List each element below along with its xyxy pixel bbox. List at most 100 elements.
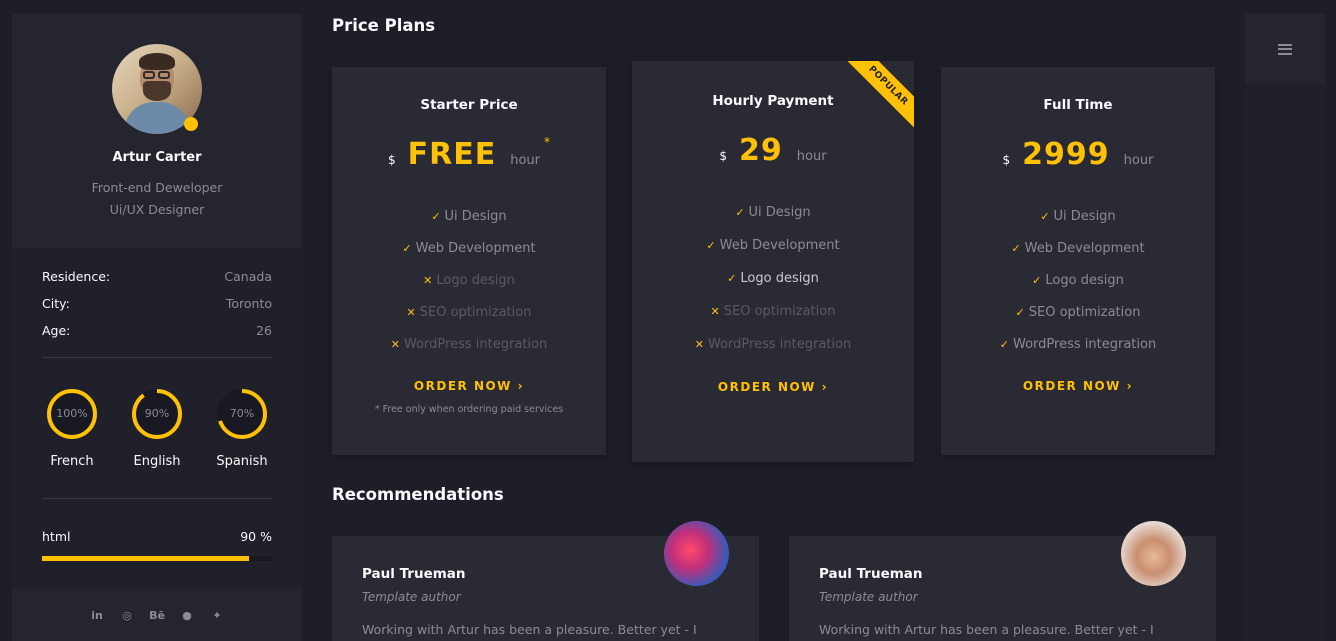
- avatar-shirt: [124, 102, 190, 134]
- feature-item: ✕ WordPress integration: [632, 329, 914, 362]
- language-name: French: [50, 454, 94, 469]
- language-skills: 100% French 90% English 70% Spanish: [12, 358, 302, 498]
- social-links: in ◎ Bē ● ✦: [12, 589, 302, 641]
- linkedin-icon[interactable]: in: [89, 607, 105, 623]
- check-icon: ✓: [735, 206, 745, 219]
- feature-label: Web Development: [415, 241, 536, 256]
- right-panel: [1245, 14, 1325, 641]
- info-value: 26: [256, 323, 272, 338]
- order-now-label: ORDER NOW: [1022, 379, 1121, 393]
- plan-price: $ 29 hour: [632, 133, 914, 173]
- language-french: 100% French: [42, 378, 102, 498]
- check-icon: ✓: [706, 239, 716, 252]
- order-now-button[interactable]: ORDER NOW ›: [1023, 379, 1133, 393]
- check-icon: ✓: [727, 272, 737, 285]
- recommendation-text: Working with Artur has been a pleasure. …: [819, 622, 1154, 637]
- plan-price-value: 29: [739, 133, 783, 168]
- language-english: 90% English: [127, 378, 187, 498]
- info-label: City:: [42, 296, 70, 311]
- recommendation-card: Paul Trueman Template author Working wit…: [789, 521, 1216, 641]
- price-plans-title: Price Plans: [332, 16, 436, 35]
- price-card-starter: Starter Price $ FREE hour * ✓ Ui Design ✓…: [332, 67, 606, 455]
- profile-name: Artur Carter: [112, 150, 202, 165]
- feature-item: ✓ Web Development: [332, 233, 606, 265]
- feature-item: ✓ WordPress integration: [941, 329, 1215, 361]
- plan-price-value: 2999: [1022, 137, 1110, 172]
- feature-item: ✕ SEO optimization: [632, 296, 914, 329]
- plan-currency: $: [1002, 153, 1011, 167]
- info-list: Residence: Canada City: Toronto Age: 26: [12, 248, 302, 349]
- plan-price: $ FREE hour *: [332, 135, 606, 177]
- profile-avatar-wrap: [112, 44, 202, 134]
- github-icon[interactable]: ●: [179, 607, 195, 623]
- behance-icon[interactable]: Bē: [149, 607, 165, 623]
- hamburger-menu-icon: [1278, 43, 1292, 55]
- feature-label: Logo design: [740, 271, 819, 286]
- info-label: Age:: [42, 323, 71, 338]
- chevron-right-icon: ›: [1126, 379, 1134, 393]
- plan-price-unit: hour: [796, 149, 827, 164]
- skill-bar: [42, 556, 272, 561]
- skill-bar-fill: [42, 556, 249, 561]
- language-name: English: [133, 454, 181, 469]
- order-now-label: ORDER NOW: [413, 379, 512, 393]
- profile-card: Artur Carter Front-end Deweloper Ui/UX D…: [12, 14, 302, 248]
- feature-item: ✕ WordPress integration: [332, 329, 606, 361]
- menu-line: [1278, 52, 1292, 55]
- feature-label: Ui Design: [748, 205, 811, 220]
- feature-label: SEO optimization: [419, 305, 532, 320]
- feature-label: Logo design: [436, 273, 515, 288]
- twitter-icon[interactable]: ✦: [209, 607, 225, 623]
- avatar: [664, 521, 729, 586]
- plan-price-unit: hour: [1123, 153, 1154, 168]
- menu-line: [1278, 48, 1292, 50]
- feature-label: Ui Design: [1053, 209, 1116, 224]
- info-value: Toronto: [225, 296, 272, 311]
- feature-label: SEO optimization: [723, 304, 836, 319]
- feature-label: Web Development: [719, 238, 840, 253]
- main-content: Price Plans Starter Price $ FREE hour * …: [332, 0, 1216, 641]
- feature-item: ✓ Web Development: [632, 230, 914, 263]
- feature-label: Web Development: [1024, 241, 1145, 256]
- online-status-dot: [184, 117, 198, 131]
- recommendation-role: Template author: [362, 590, 461, 604]
- language-ring: 90%: [131, 388, 183, 440]
- avatar: [1121, 521, 1186, 586]
- menu-line: [1278, 43, 1292, 46]
- plan-title: Starter Price: [420, 97, 518, 113]
- feature-label: WordPress integration: [404, 337, 548, 352]
- feature-item: ✓ Logo design: [941, 265, 1215, 297]
- profile-role: Front-end Deweloper Ui/UX Designer: [12, 177, 302, 221]
- skill-percent: 90 %: [240, 529, 272, 544]
- feature-item: ✓ Ui Design: [632, 197, 914, 230]
- order-now-button[interactable]: ORDER NOW ›: [414, 379, 524, 393]
- order-now-button[interactable]: ORDER NOW ›: [718, 380, 828, 394]
- avatar-beard: [143, 81, 171, 101]
- recommendations-title: Recommendations: [332, 485, 504, 504]
- feature-item: ✓ Logo design: [632, 263, 914, 296]
- profile-role-line-2: Ui/UX Designer: [109, 202, 205, 217]
- cross-icon: ✕: [710, 305, 720, 318]
- check-icon: ✓: [1015, 306, 1025, 319]
- check-icon: ✓: [1040, 210, 1050, 223]
- skill-html: html 90 %: [12, 499, 302, 561]
- check-icon: ✓: [402, 242, 412, 255]
- language-percent: 100%: [56, 407, 88, 420]
- chevron-right-icon: ›: [821, 380, 829, 394]
- plan-price: $ 2999 hour: [941, 137, 1215, 177]
- plan-asterisk: *: [544, 135, 550, 149]
- feature-item: ✓ Ui Design: [332, 201, 606, 233]
- info-row-city: City: Toronto: [42, 295, 272, 322]
- feature-item: ✓ SEO optimization: [941, 297, 1215, 329]
- recommendation-role: Template author: [819, 590, 918, 604]
- plan-currency: $: [387, 153, 396, 167]
- cross-icon: ✕: [694, 338, 705, 351]
- menu-button[interactable]: [1245, 14, 1325, 84]
- feature-item: ✓ Web Development: [941, 233, 1215, 265]
- check-icon: ✓: [1032, 274, 1042, 287]
- plan-title: Full Time: [1043, 97, 1113, 113]
- feature-label: Ui Design: [444, 209, 507, 224]
- check-icon: ✓: [999, 338, 1010, 351]
- plan-features: ✓ Ui Design ✓ Web Development ✕ Logo design…: [332, 201, 606, 361]
- dribbble-icon[interactable]: ◎: [119, 607, 135, 623]
